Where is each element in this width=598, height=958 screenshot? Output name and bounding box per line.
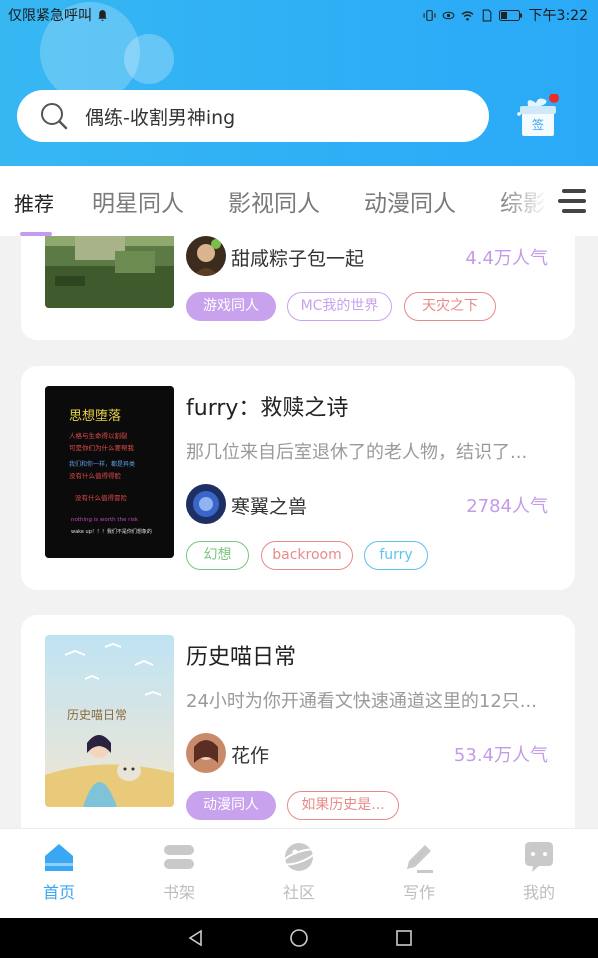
home-button-icon[interactable] (289, 928, 309, 948)
nav-home-label: 首页 (42, 883, 75, 902)
vibrate-icon (423, 9, 436, 21)
nav-community[interactable]: 社区 (259, 839, 339, 903)
nav-home[interactable]: 首页 (19, 839, 99, 903)
book-card[interactable]: 历史喵日常 历史喵日常 24小时为你开通看文快速通道这里的12只... 花作 5… (21, 615, 575, 828)
book-title: furry：救赎之诗 (186, 396, 349, 421)
author-name: 花作 (231, 745, 270, 767)
popularity-count: 53.4万人气 (453, 745, 548, 766)
search-placeholder: 偶练-收割男神ing (85, 106, 236, 129)
author-avatar (186, 733, 226, 773)
wifi-icon (461, 10, 473, 21)
svg-text:可是你们为什么要帮我: 可是你们为什么要帮我 (69, 443, 135, 452)
system-navigation-bar (0, 918, 598, 958)
book-cover: 思想堕落 人格与生命得以割裂 可是你们为什么要帮我 我们和你一样，都是异类 没有… (45, 386, 174, 558)
notification-bell-icon (98, 9, 107, 21)
sign-in-gift-button[interactable]: 签 (514, 94, 560, 138)
pen-icon (407, 845, 433, 873)
category-menu-icon[interactable] (556, 186, 588, 216)
clock-time: 下午3:22 (528, 8, 588, 24)
svg-text:wake up！！！我们不是你们想象的: wake up！！！我们不是你们想象的 (71, 528, 152, 535)
svg-text:人格与生命得以割裂: 人格与生命得以割裂 (69, 431, 128, 440)
author-avatar (186, 484, 226, 524)
tab-recommend[interactable]: 推荐 (14, 188, 54, 217)
bookshelf-icon (164, 845, 194, 869)
home-icon (45, 844, 73, 871)
nav-profile[interactable]: 我的 (499, 839, 579, 903)
sign-label: 签 (532, 117, 544, 132)
back-icon[interactable] (186, 928, 206, 948)
svg-text:思想堕落: 思想堕落 (69, 408, 121, 424)
tab-celebrity-fanfic[interactable]: 明星同人 (92, 184, 184, 218)
bottom-navigation: 首页 书架 社区 写作 我的 (0, 828, 598, 918)
svg-text:没有什么值得得脸: 没有什么值得得脸 (69, 471, 122, 480)
svg-text:没有什么值得冒险: 没有什么值得冒险 (75, 493, 128, 502)
search-icon (41, 103, 68, 130)
search-bar[interactable]: 偶练-收割男神ing (17, 90, 489, 142)
eye-comfort-icon (442, 11, 455, 19)
book-title: 历史喵日常 (186, 645, 297, 670)
popularity-count: 2784人气 (466, 496, 548, 517)
nav-profile-label: 我的 (522, 883, 555, 902)
popularity-count: 4.4万人气 (465, 248, 548, 269)
author-avatar (186, 236, 226, 276)
battery-icon (498, 9, 522, 21)
carrier-text: 仅限紧急呼叫 (8, 8, 92, 24)
book-description: 那几位来自后室退休了的老人物，结识了... (186, 442, 528, 463)
svg-text:nothing is worth the risk: nothing is worth the risk (71, 517, 139, 523)
svg-text:我们和你一样，都是异类: 我们和你一样，都是异类 (69, 460, 135, 468)
tag-chip[interactable]: MC我的世界 (287, 292, 392, 321)
author-name: 甜咸粽子包一起 (231, 248, 365, 270)
book-card[interactable]: 甜咸粽子包一起 4.4万人气 游戏同人 MC我的世界 天灾之下 (21, 236, 575, 340)
tag-chip[interactable]: backroom (261, 541, 353, 570)
book-description: 24小时为你开通看文快速通道这里的12只... (186, 691, 537, 712)
tag-chip[interactable]: 动漫同人 (186, 791, 276, 820)
sim-icon (482, 9, 491, 21)
author-name: 寒翼之兽 (231, 496, 308, 518)
tag-chip[interactable]: 幻想 (186, 541, 249, 570)
header: 仅限紧急呼叫 下午3:22 偶练-收割男神ing 签 (0, 0, 598, 166)
status-bar: 仅限紧急呼叫 下午3:22 (0, 0, 598, 28)
tab-anime-fanfic[interactable]: 动漫同人 (364, 184, 456, 218)
tag-chip[interactable]: 如果历史是... (287, 791, 399, 820)
nav-bookshelf[interactable]: 书架 (139, 839, 219, 903)
tag-chip[interactable]: 天灾之下 (404, 292, 496, 321)
nav-write-label: 写作 (402, 883, 435, 902)
community-icon (281, 843, 317, 871)
decorative-bubble (124, 34, 174, 84)
tab-film-fanfic[interactable]: 影视同人 (228, 184, 320, 218)
book-list: 甜咸粽子包一起 4.4万人气 游戏同人 MC我的世界 天灾之下 思想堕落 人格与… (0, 236, 598, 828)
book-card[interactable]: 思想堕落 人格与生命得以割裂 可是你们为什么要帮我 我们和你一样，都是异类 没有… (21, 366, 575, 590)
svg-text:历史喵日常: 历史喵日常 (67, 708, 127, 722)
category-tabs: 推荐 明星同人 影视同人 动漫同人 综影 (0, 166, 598, 236)
nav-community-label: 社区 (282, 883, 315, 902)
tag-chip[interactable]: 游戏同人 (186, 292, 276, 321)
nav-bookshelf-label: 书架 (162, 883, 195, 902)
nav-write[interactable]: 写作 (379, 839, 459, 903)
tag-chip[interactable]: furry (364, 541, 428, 570)
recent-apps-icon[interactable] (394, 928, 414, 948)
book-cover: 历史喵日常 (45, 635, 174, 807)
book-cover (45, 236, 174, 308)
profile-icon (525, 842, 553, 872)
